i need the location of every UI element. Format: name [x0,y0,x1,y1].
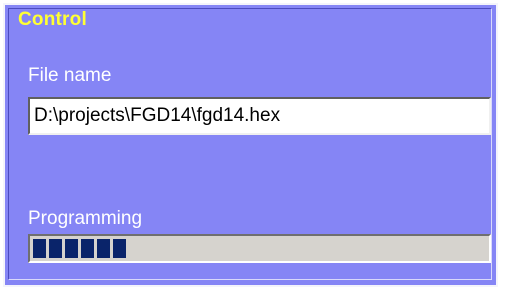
progress-chunk [97,239,110,258]
file-name-label: File name [28,65,112,86]
progress-chunk [65,239,78,258]
file-name-input[interactable] [28,97,491,135]
programming-label: Programming [28,208,143,229]
progress-chunk [49,239,62,258]
progress-chunk [33,239,46,258]
progress-chunk [113,239,126,258]
programming-progress-bar [28,234,491,263]
progress-chunk [81,239,94,258]
group-title: Control [18,9,87,30]
